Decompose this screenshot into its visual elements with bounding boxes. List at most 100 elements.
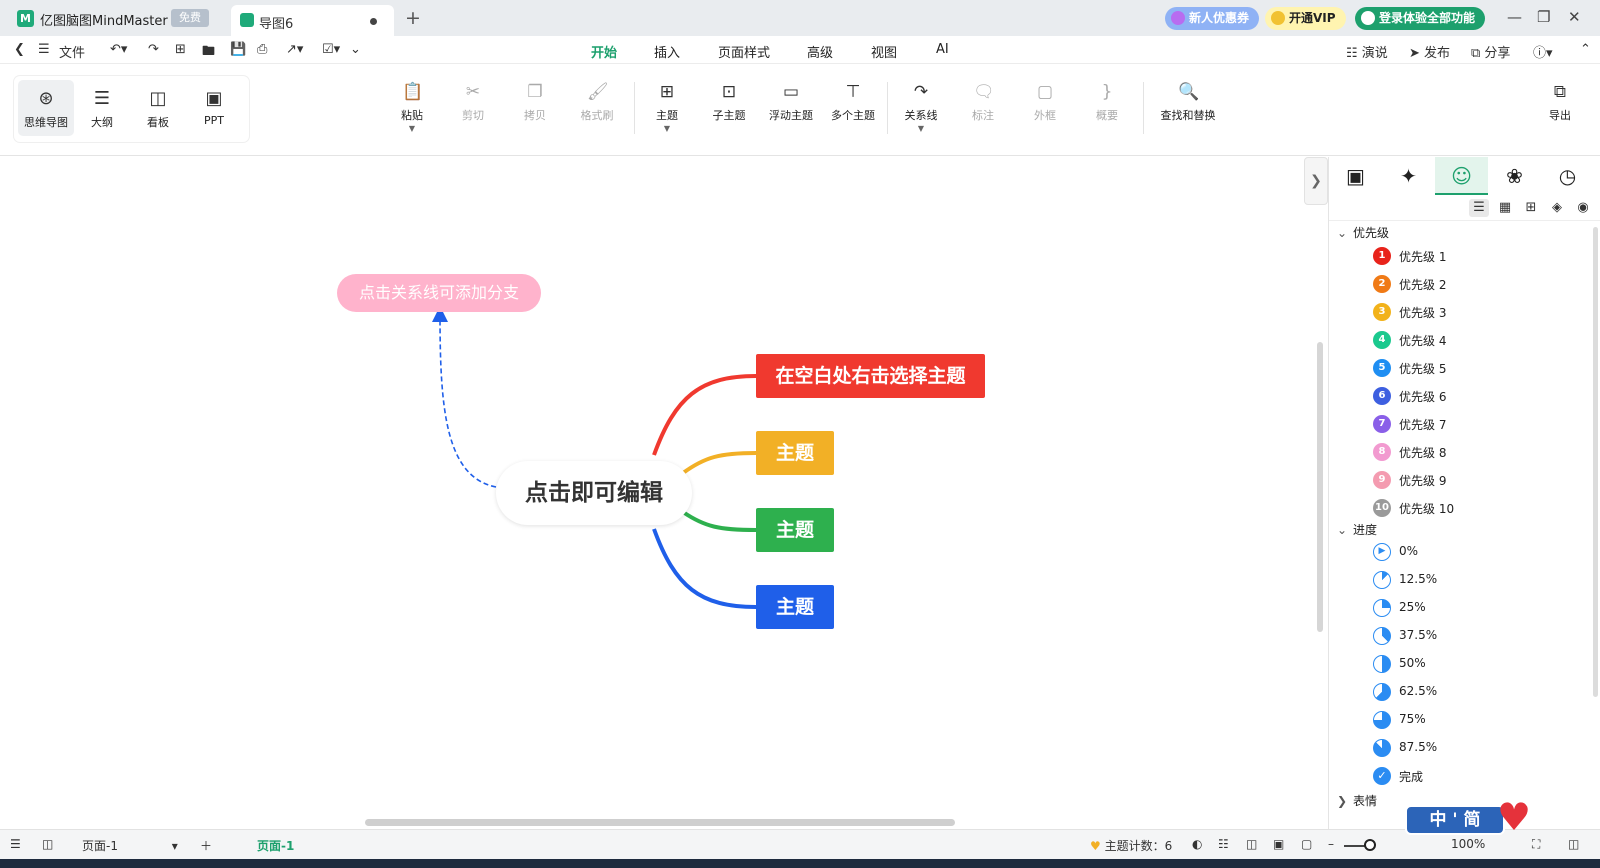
tab-start[interactable]: 开始 (588, 42, 620, 67)
copy-button[interactable]: ❐ 拷贝 (505, 82, 565, 123)
callout-button[interactable]: 🗨 标注 (953, 82, 1013, 123)
mark-icon[interactable]: ◈ (1547, 199, 1567, 217)
share-button[interactable]: ⧉ 分享 (1471, 42, 1510, 61)
publish-button[interactable]: ➤ 发布 (1409, 42, 1450, 61)
branch-connector-orange[interactable] (681, 451, 757, 475)
grid-view-icon[interactable]: ▦ (1495, 199, 1515, 217)
present-button[interactable]: ☷ 演说 (1346, 42, 1388, 61)
more-chevron-icon[interactable]: ⌄ (350, 42, 361, 57)
priority-6-icon: 6 (1373, 387, 1391, 405)
panel-toggle-icon[interactable]: ◫ (1568, 837, 1579, 851)
emoji-section-header[interactable]: ❯ 表情 (1337, 792, 1377, 809)
relationship-caret-icon[interactable]: ▼ (891, 124, 951, 133)
main-topic-3[interactable]: 主题 (756, 508, 834, 552)
multiple-topics-button[interactable]: ⊤ 多个主题 (823, 82, 883, 123)
view-ppt-button[interactable]: ▣ PPT (186, 80, 242, 136)
view-outline-label: 大纲 (91, 116, 113, 129)
main-topic-4[interactable]: 主题 (756, 585, 834, 629)
tab-insert[interactable]: 插入 (654, 42, 680, 61)
branch-connector-red[interactable] (652, 374, 757, 456)
find-replace-button[interactable]: 🔍 查找和替换 (1153, 82, 1223, 123)
zoom-slider-knob[interactable] (1364, 839, 1376, 851)
floating-topic[interactable]: 点击关系线可添加分支 (337, 274, 541, 312)
print-icon[interactable]: ⎙ (257, 42, 267, 57)
view-mindmap-button[interactable]: ⊛ 思维导图 (18, 80, 74, 136)
file-menu[interactable]: 文件 (59, 42, 85, 61)
add-icon-icon[interactable]: ⊞ (1521, 199, 1541, 217)
minimize-icon[interactable]: — (1507, 8, 1522, 26)
floating-topic-button[interactable]: ▭ 浮动主题 (761, 82, 821, 123)
list-view-icon[interactable]: ☰ (1469, 199, 1489, 217)
new-tab-button[interactable]: + (405, 7, 421, 29)
paste-button[interactable]: 📋 粘贴 ▼ (382, 82, 442, 133)
collapse-ribbon-icon[interactable]: ⌃ (1580, 42, 1591, 57)
unsaved-dot-icon[interactable] (370, 18, 377, 25)
zoom-out-button[interactable]: – (1328, 837, 1334, 851)
export-small-icon[interactable]: ↗▾ (286, 42, 303, 57)
new-file-icon[interactable]: ⊞ (175, 42, 186, 57)
topic-caret-icon[interactable]: ▼ (637, 124, 697, 133)
document-tab[interactable]: 导图6 (231, 5, 394, 36)
mindmap-canvas[interactable]: 点击关系线可添加分支 点击即可编辑 在空白处右击选择主题 主题 主题 主题 (0, 157, 1323, 829)
branch-connector-blue[interactable] (652, 528, 757, 609)
vertical-scrollbar[interactable] (1317, 342, 1323, 632)
save-icon[interactable]: 💾 (230, 42, 246, 57)
tab-view[interactable]: 视图 (871, 42, 897, 61)
page-select[interactable]: 页面-1 ▾ (82, 837, 178, 854)
branch-connector-green[interactable] (681, 510, 757, 532)
summary-button[interactable]: } 概要 (1077, 82, 1137, 123)
panel-tab-icons[interactable]: ☺ (1435, 157, 1488, 195)
undo-icon[interactable]: ↶▾ (110, 42, 127, 57)
cut-button[interactable]: ✂ 剪切 (443, 82, 503, 123)
relationship-line[interactable] (432, 306, 497, 488)
view-kanban-button[interactable]: ◫ 看板 (130, 80, 186, 136)
tab-ai[interactable]: AI (936, 42, 949, 57)
main-topic-2[interactable]: 主题 (756, 431, 834, 475)
hamburger-icon[interactable]: ☰ (38, 42, 50, 57)
panel-scrollbar[interactable] (1593, 227, 1598, 697)
add-page-button[interactable]: ＋ (200, 837, 212, 854)
horizontal-scrollbar[interactable] (365, 819, 955, 826)
theme-toggle-icon[interactable]: ◐ (1192, 837, 1202, 851)
panel-tab-theme[interactable]: ❀ (1488, 157, 1541, 195)
restore-icon[interactable]: ❐ (1537, 8, 1550, 26)
redo-icon[interactable]: ↷ (148, 42, 159, 57)
page-thumbnail-icon[interactable]: ◫ (42, 837, 53, 851)
fit-page-icon[interactable]: ▣ (1273, 837, 1284, 851)
book-view-icon[interactable]: ☷ (1218, 837, 1229, 851)
page-list-icon[interactable]: ☰ (10, 837, 21, 851)
subtopic-button[interactable]: ⊡ 子主题 (699, 82, 759, 123)
main-topic-1[interactable]: 在空白处右击选择主题 (756, 354, 985, 398)
priority-section-header[interactable]: ⌄ 优先级 (1337, 224, 1389, 241)
present-mode-icon[interactable]: ◫ (1246, 837, 1257, 851)
central-topic[interactable]: 点击即可编辑 (496, 461, 692, 525)
new-user-coupon-button[interactable]: 新人优惠券 (1165, 7, 1260, 30)
topic-button[interactable]: ⊞ 主题 ▼ (637, 82, 697, 133)
present-label: 演说 (1361, 46, 1388, 61)
panel-tab-ai[interactable]: ✦ (1382, 157, 1435, 195)
boundary-button[interactable]: ▢ 外框 (1015, 82, 1075, 123)
open-vip-button[interactable]: 开通VIP (1265, 7, 1346, 30)
ribbon-divider (887, 82, 888, 134)
priority-7-icon: 7 (1373, 415, 1391, 433)
paste-caret-icon[interactable]: ▼ (382, 124, 442, 133)
help-icon[interactable]: ⓘ▾ (1533, 42, 1553, 61)
format-painter-button[interactable]: 🖌 格式刷 (567, 82, 627, 123)
close-icon[interactable]: ✕ (1568, 8, 1581, 26)
page-tab-active[interactable]: 页面-1 (257, 837, 294, 854)
login-button[interactable]: 登录体验全部功能 (1355, 7, 1486, 30)
check-icon[interactable]: ☑▾ (322, 42, 340, 57)
back-icon[interactable]: ❮ (14, 42, 25, 57)
relationship-button[interactable]: ↷ 关系线 ▼ (891, 82, 951, 133)
tab-advanced[interactable]: 高级 (807, 42, 833, 61)
progress-section-header[interactable]: ⌄ 进度 (1337, 521, 1377, 538)
view-outline-button[interactable]: ☰ 大纲 (74, 80, 130, 136)
panel-tab-style[interactable]: ▣ (1329, 157, 1382, 195)
panel-tab-history[interactable]: ◷ (1541, 157, 1594, 195)
export-button[interactable]: ⧉ 导出 (1530, 82, 1590, 123)
eye-icon[interactable]: ◉ (1573, 199, 1593, 217)
tab-page-style[interactable]: 页面样式 (718, 42, 770, 61)
fit-width-icon[interactable]: ▢ (1301, 837, 1312, 851)
open-folder-icon[interactable]: 🖿 (202, 42, 215, 64)
panel-collapse-chevron-icon[interactable]: ❯ (1304, 157, 1328, 205)
